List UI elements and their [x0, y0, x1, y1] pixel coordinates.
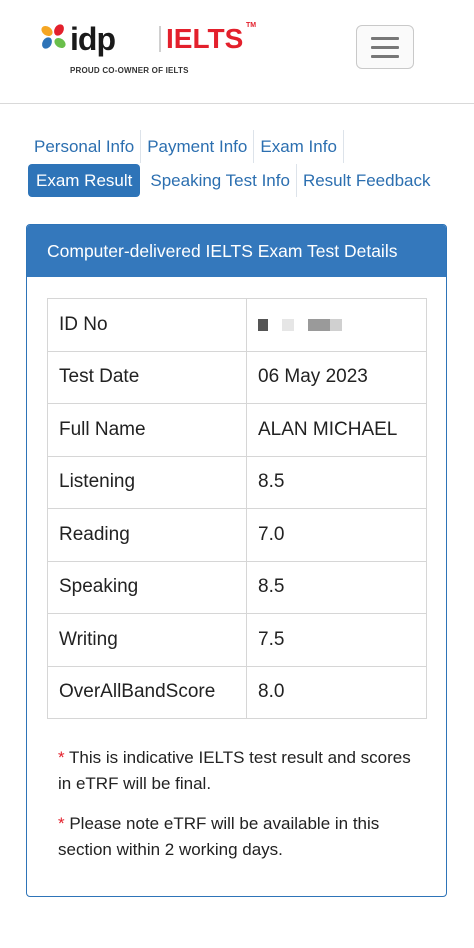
- tab-personal-info[interactable]: Personal Info: [28, 130, 142, 163]
- result-notes: * This is indicative IELTS test result a…: [58, 745, 428, 877]
- exam-details-card: Computer-delivered IELTS Exam Test Detai…: [26, 224, 447, 897]
- row-label: Test Date: [47, 350, 247, 404]
- table-row: OverAllBandScore 8.0: [47, 665, 427, 719]
- required-asterisk: *: [58, 814, 65, 833]
- row-value: ALAN MICHAEL: [246, 403, 427, 457]
- tab-payment-info[interactable]: Payment Info: [141, 130, 255, 163]
- redacted-id: [258, 314, 342, 336]
- tab-exam-info[interactable]: Exam Info: [254, 130, 344, 163]
- tab-exam-result[interactable]: Exam Result: [28, 164, 141, 197]
- row-label: Listening: [47, 455, 247, 509]
- exam-details-table: ID No Test Date 06 May 2023 Full Name AL…: [47, 298, 427, 719]
- tabs-row-1: Personal Info Payment Info Exam Info: [28, 130, 344, 163]
- table-row: Test Date 06 May 2023: [47, 350, 427, 404]
- row-value: 8.5: [246, 455, 427, 509]
- tab-result-feedback[interactable]: Result Feedback: [297, 164, 437, 197]
- logo-idp-text: idp: [70, 21, 116, 57]
- table-row: Reading 7.0: [47, 508, 427, 562]
- row-label: Speaking: [47, 560, 247, 614]
- hamburger-icon-bar: [371, 54, 399, 58]
- table-row: Writing 7.5: [47, 613, 427, 667]
- note-text: This is indicative IELTS test result and…: [58, 748, 411, 793]
- row-value: 06 May 2023: [246, 350, 427, 404]
- note-etrf-availability: * Please note eTRF will be available in …: [58, 811, 428, 863]
- card-title: Computer-delivered IELTS Exam Test Detai…: [27, 225, 446, 277]
- logo-ielts-text: IELTS: [166, 23, 244, 54]
- idp-ielts-logo[interactable]: idp IELTS TM PROUD CO-OWNER OF IELTS: [38, 20, 256, 80]
- row-label: Reading: [47, 508, 247, 562]
- logo-separator: [159, 26, 161, 52]
- required-asterisk: *: [58, 748, 65, 767]
- table-row: Listening 8.5: [47, 455, 427, 509]
- note-text: Please note eTRF will be available in th…: [58, 814, 380, 859]
- note-indicative: * This is indicative IELTS test result a…: [58, 745, 428, 797]
- row-label: ID No: [47, 298, 247, 352]
- row-value: 8.0: [246, 665, 427, 719]
- row-label: OverAllBandScore: [47, 665, 247, 719]
- row-value: 8.5: [246, 560, 427, 614]
- logo-trademark: TM: [246, 22, 257, 29]
- hamburger-icon: [371, 36, 399, 40]
- table-row: Full Name ALAN MICHAEL: [47, 403, 427, 457]
- row-value: 7.0: [246, 508, 427, 562]
- tab-speaking-test-info[interactable]: Speaking Test Info: [144, 164, 297, 197]
- row-label: Writing: [47, 613, 247, 667]
- idp-logo-mark-icon: [41, 24, 66, 49]
- table-row: ID No: [47, 298, 427, 352]
- row-value: 7.5: [246, 613, 427, 667]
- tabs-row-2: Exam Result Speaking Test Info Result Fe…: [28, 164, 437, 197]
- logo-tagline: PROUD CO-OWNER OF IELTS: [70, 66, 189, 75]
- table-row: Speaking 8.5: [47, 560, 427, 614]
- row-label: Full Name: [47, 403, 247, 457]
- hamburger-menu-button[interactable]: [356, 25, 414, 69]
- hamburger-icon-bar: [371, 45, 399, 49]
- site-header: idp IELTS TM PROUD CO-OWNER OF IELTS: [0, 0, 474, 104]
- id-no-value: [246, 298, 427, 352]
